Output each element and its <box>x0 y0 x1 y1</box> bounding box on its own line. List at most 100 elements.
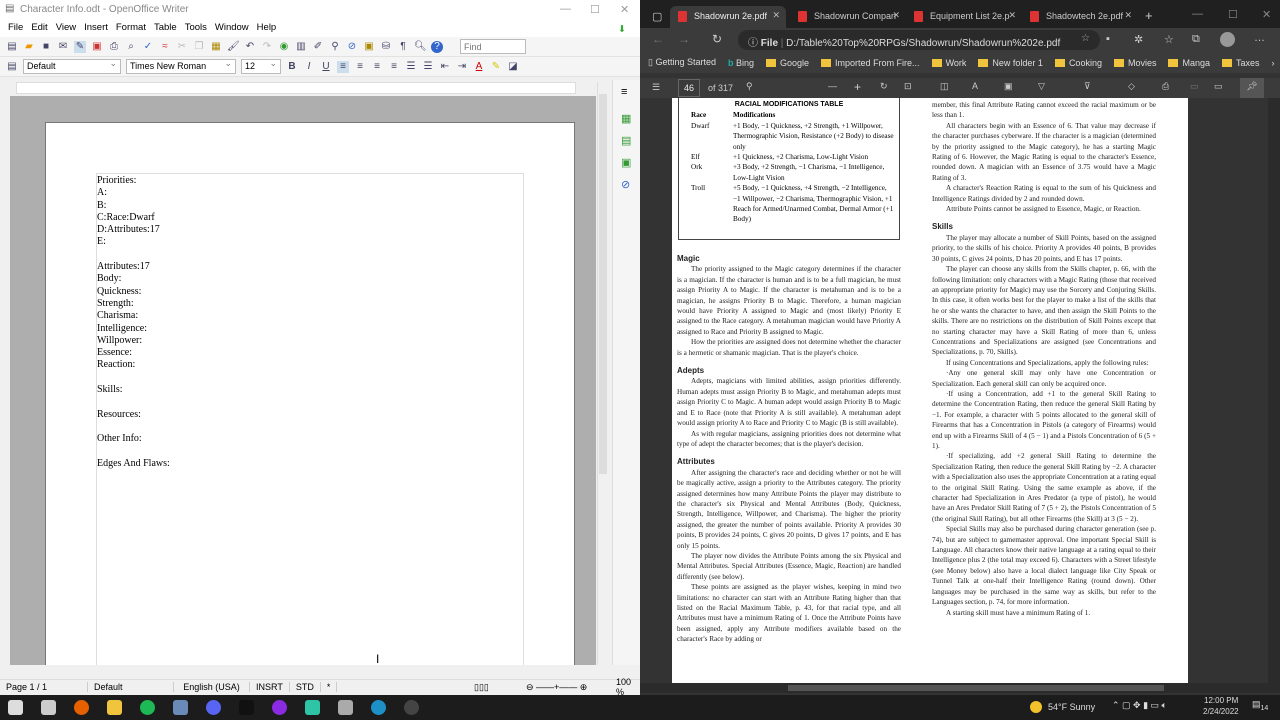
search-icon[interactable]: ⚲ <box>746 81 753 92</box>
tab-actions-icon[interactable]: ▢ <box>652 10 662 23</box>
save-icon[interactable]: ■ <box>40 41 52 53</box>
styles-icon[interactable]: ▤ <box>6 61 18 73</box>
help-icon[interactable]: ? <box>431 40 443 53</box>
refresh-button[interactable]: ↻ <box>712 32 722 46</box>
gallery-icon[interactable]: ▣ <box>363 41 375 53</box>
discord-icon[interactable] <box>206 700 221 715</box>
app-icon[interactable] <box>239 700 254 715</box>
zoom-out-icon[interactable]: — <box>828 81 837 91</box>
tab-shadowrun-companion[interactable]: Shadowrun Compan ✕ <box>790 6 906 28</box>
clone-format-icon[interactable]: 🖌 <box>227 41 240 53</box>
status-language[interactable]: English (USA) <box>174 682 250 692</box>
underline-icon[interactable]: U <box>320 61 332 73</box>
calculator-icon[interactable] <box>173 700 188 715</box>
page-view-icon[interactable]: ◫ <box>940 81 949 92</box>
print-icon[interactable]: ⎙ <box>108 41 120 53</box>
print-icon[interactable]: ⎙ <box>1162 81 1169 92</box>
browser-maximize-button[interactable]: ☐ <box>1228 8 1238 21</box>
view-layout-icons[interactable]: ▯▯▯ <box>468 682 495 693</box>
bookmark-imported[interactable]: Imported From Fire... <box>821 58 920 68</box>
highlight-icon[interactable]: ✎ <box>490 61 502 73</box>
numbering-icon[interactable]: ☰ <box>405 61 417 73</box>
navigator-icon[interactable]: ⊘ <box>346 41 358 53</box>
horizontal-ruler[interactable] <box>16 82 576 94</box>
tray-icons[interactable]: ⌃ ▢ ✥ ▮ ▭ 🔈︎ <box>1112 700 1167 711</box>
document-line[interactable]: Essence: <box>97 347 170 359</box>
italic-icon[interactable]: I <box>303 61 315 73</box>
url-text[interactable]: D:/Table%20Top%20RPGs/Shadowrun/Shadowru… <box>786 38 1060 49</box>
document-line[interactable]: Quickness: <box>97 286 170 298</box>
weather[interactable]: 54°F Sunny <box>1048 702 1095 712</box>
formatting-marks-icon[interactable]: ¶ <box>397 41 409 53</box>
document-line[interactable]: A: <box>97 187 170 199</box>
extension-icon[interactable]: ▪ <box>1106 33 1110 45</box>
clock-time[interactable]: 12:00 PM <box>1204 696 1238 705</box>
menu-view[interactable]: View <box>52 20 80 37</box>
menu-edit[interactable]: Edit <box>27 20 51 37</box>
pdf-vertical-scrollbar[interactable] <box>1268 98 1280 683</box>
read-aloud-icon[interactable]: A <box>972 81 978 91</box>
extensions-puzzle-icon[interactable]: ✲ <box>1134 33 1143 46</box>
document-line[interactable]: Charisma: <box>97 310 170 322</box>
maximize-button[interactable]: ☐ <box>590 3 600 16</box>
close-tab-icon[interactable]: ✕ <box>1124 10 1132 21</box>
document-page[interactable]: Priorities: A: B: C:Race:Dwarf D:Attributes:… <box>45 122 575 665</box>
spotify-icon[interactable] <box>140 700 155 715</box>
gallery-panel-icon[interactable]: ▣ <box>621 156 631 169</box>
more-bookmarks-chevron-icon[interactable]: › <box>1272 58 1275 68</box>
file-explorer-icon[interactable] <box>107 700 122 715</box>
sidebar-menu-icon[interactable]: ≡ <box>621 86 627 98</box>
close-tab-icon[interactable]: ✕ <box>772 10 780 21</box>
obs-purple-icon[interactable] <box>272 700 287 715</box>
decrease-indent-icon[interactable]: ⇤ <box>439 61 451 73</box>
firefox-icon[interactable] <box>74 700 89 715</box>
table-icon[interactable]: ▥ <box>295 41 307 53</box>
scroll-thumb[interactable] <box>599 94 607 474</box>
bookmark-new-folder-1[interactable]: New folder 1 <box>978 58 1043 68</box>
info-icon[interactable]: ⓘ <box>748 38 761 49</box>
forward-button[interactable]: → <box>678 32 690 46</box>
bookmark-google[interactable]: Google <box>766 58 809 68</box>
favorite-star-icon[interactable]: ☆ <box>1081 33 1090 44</box>
justify-icon[interactable]: ≡ <box>388 61 400 73</box>
notifications-icon[interactable]: ▤14 <box>1252 699 1268 712</box>
align-left-icon[interactable]: ≡ <box>337 60 349 73</box>
vertical-scrollbar[interactable] <box>597 82 608 665</box>
bookmark-getting-started[interactable]: ▯ Getting Started <box>648 57 716 68</box>
zoom-in-icon[interactable]: + <box>854 80 861 94</box>
edit-mode-icon[interactable]: ✎ <box>74 40 86 53</box>
new-document-icon[interactable]: ▤ <box>6 41 18 53</box>
start-icon[interactable] <box>8 700 23 715</box>
menu-insert[interactable]: Insert <box>80 20 112 37</box>
font-size-select[interactable]: 12 <box>241 58 281 74</box>
font-color-icon[interactable]: A <box>473 61 485 73</box>
highlight-icon[interactable]: ⊽ <box>1084 81 1091 92</box>
menu-window[interactable]: Window <box>211 20 253 37</box>
tab-shadowrun-2e[interactable]: Shadowrun 2e.pdf ✕ <box>670 6 786 28</box>
draw-icon[interactable]: ✐ <box>312 41 324 53</box>
spellcheck-icon[interactable]: ✓ <box>142 41 154 53</box>
save-icon[interactable]: ▭ <box>1190 81 1199 92</box>
tab-equipment-list[interactable]: Equipment List 2e.p ✕ <box>906 6 1022 28</box>
back-button[interactable]: ← <box>652 32 664 46</box>
document-line[interactable]: Reaction: <box>97 359 170 371</box>
document-line[interactable]: Other Info: <box>97 433 170 445</box>
rotate-icon[interactable]: ↻ <box>880 81 888 92</box>
browser-close-button[interactable]: ✕ <box>1262 8 1271 21</box>
app-green-icon[interactable] <box>305 700 320 715</box>
eraser-icon[interactable]: ◇ <box>1128 81 1135 92</box>
close-button[interactable]: ✕ <box>620 3 629 16</box>
properties-icon[interactable]: ▦ <box>621 112 631 125</box>
find-input[interactable] <box>460 39 526 54</box>
document-line[interactable]: Edges And Flaws: <box>97 458 170 470</box>
document-line[interactable]: Willpower: <box>97 335 170 347</box>
align-center-icon[interactable]: ≡ <box>354 61 366 73</box>
document-line[interactable] <box>97 372 170 384</box>
contents-icon[interactable]: ☰ <box>652 82 660 93</box>
document-line[interactable]: E: <box>97 236 170 248</box>
font-name-select[interactable]: Times New Roman <box>126 58 236 74</box>
menu-tools[interactable]: Tools <box>181 20 211 37</box>
menu-file[interactable]: File <box>4 20 27 37</box>
find-replace-icon[interactable]: ⚲ <box>329 41 341 53</box>
pdf-page[interactable]: RACIAL MODIFICATIONS TABLE Race Modificat… <box>672 98 1188 683</box>
